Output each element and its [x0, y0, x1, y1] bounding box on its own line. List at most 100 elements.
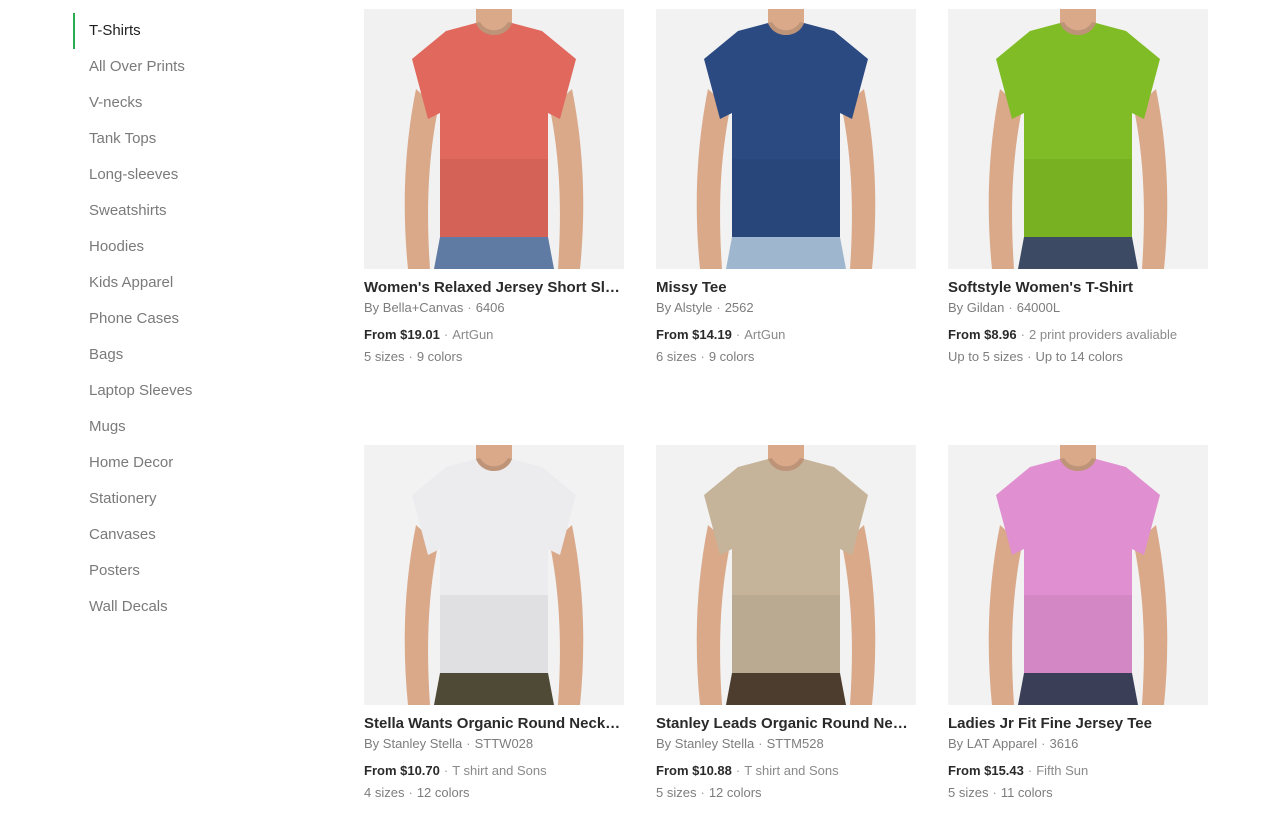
product-colors: Up to 14 colors	[1035, 349, 1123, 364]
product-card[interactable]: Women's Relaxed Jersey Short Sleeve Tee …	[364, 9, 624, 365]
sidebar-item-posters[interactable]: Posters	[73, 553, 293, 589]
product-card[interactable]: Softstyle Women's T-Shirt By Gildan · 6400…	[948, 9, 1208, 365]
product-price-line: From $15.43 · Fifth Sun	[948, 763, 1208, 779]
product-brand: By Bella+Canvas	[364, 300, 464, 315]
product-brand-line: By Stanley Stella · STTW028	[364, 736, 624, 752]
separator-dot: ·	[467, 300, 472, 315]
product-provider: ArtGun	[744, 327, 786, 342]
product-brand-line: By Gildan · 64000L	[948, 300, 1208, 316]
tshirt-photo	[948, 9, 1208, 269]
sidebar-item-v-necks[interactable]: V-necks	[73, 85, 293, 121]
sidebar-item-home-decor[interactable]: Home Decor	[73, 445, 293, 481]
product-title[interactable]: Ladies Jr Fit Fine Jersey Tee	[948, 715, 1208, 733]
product-image[interactable]	[948, 445, 1208, 705]
product-image[interactable]	[656, 9, 916, 269]
product-brand: By Gildan	[948, 300, 1005, 315]
sidebar-item-canvases[interactable]: Canvases	[73, 517, 293, 553]
sidebar-item-all-over-prints[interactable]: All Over Prints	[73, 49, 293, 85]
sidebar-item-t-shirts[interactable]: T-Shirts	[73, 13, 293, 49]
tshirt-photo	[948, 445, 1208, 705]
product-brand-line: By Stanley Stella · STTM528	[656, 736, 916, 752]
sidebar-item-bags[interactable]: Bags	[73, 337, 293, 373]
product-colors: 11 colors	[1000, 785, 1053, 800]
product-colors: 12 colors	[416, 785, 470, 800]
product-brand-line: By Alstyle · 2562	[656, 300, 916, 316]
product-sizes: Up to 5 sizes	[948, 349, 1024, 364]
product-title[interactable]: Stanley Leads Organic Round Neck T-Shirt	[656, 715, 916, 733]
separator-dot: ·	[443, 763, 449, 778]
product-image[interactable]	[364, 445, 624, 705]
separator-dot: ·	[466, 736, 471, 751]
product-image[interactable]	[656, 445, 916, 705]
product-card[interactable]: Missy Tee By Alstyle · 2562 From $14.19 · Ar…	[656, 9, 916, 365]
product-price: From $14.19	[656, 327, 732, 342]
sidebar-item-laptop-sleeves[interactable]: Laptop Sleeves	[73, 373, 293, 409]
product-provider: Fifth Sun	[1036, 763, 1089, 778]
product-card[interactable]: Stella Wants Organic Round Neck T-Shirt …	[364, 445, 624, 801]
product-price: From $15.43	[948, 763, 1024, 778]
product-brand: By LAT Apparel	[948, 736, 1038, 751]
separator-dot: ·	[700, 785, 705, 800]
product-model: 6406	[475, 300, 505, 315]
product-sizes: 5 sizes	[364, 349, 405, 364]
product-variants: Up to 5 sizes · Up to 14 colors	[948, 349, 1208, 365]
product-image[interactable]	[364, 9, 624, 269]
separator-dot: ·	[1020, 327, 1025, 342]
product-model: STTW028	[474, 736, 534, 751]
separator-dot: ·	[1008, 300, 1013, 315]
sidebar-item-wall-decals[interactable]: Wall Decals	[73, 589, 293, 625]
product-variants: 4 sizes · 12 colors	[364, 785, 624, 801]
product-card[interactable]: Ladies Jr Fit Fine Jersey Tee By LAT App…	[948, 445, 1208, 801]
product-sizes: 5 sizes	[656, 785, 697, 800]
product-variants: 5 sizes · 9 colors	[364, 349, 624, 365]
product-brand: By Alstyle	[656, 300, 713, 315]
product-price: From $10.70	[364, 763, 440, 778]
tshirt-photo	[364, 9, 624, 269]
product-model: STTM528	[766, 736, 824, 751]
product-variants: 5 sizes · 12 colors	[656, 785, 916, 801]
separator-dot: ·	[700, 349, 705, 364]
product-brand-line: By LAT Apparel · 3616	[948, 736, 1208, 752]
product-brand: By Stanley Stella	[364, 736, 463, 751]
separator-dot: ·	[1027, 763, 1033, 778]
category-sidebar: T-Shirts All Over Prints V-necks Tank To…	[73, 13, 293, 625]
product-title[interactable]: Stella Wants Organic Round Neck T-Shirt	[364, 715, 624, 733]
sidebar-item-long-sleeves[interactable]: Long-sleeves	[73, 157, 293, 193]
separator-dot: ·	[408, 349, 413, 364]
product-price: From $19.01	[364, 327, 440, 342]
product-brand-line: By Bella+Canvas · 6406	[364, 300, 624, 316]
sidebar-item-phone-cases[interactable]: Phone Cases	[73, 301, 293, 337]
sidebar-item-tank-tops[interactable]: Tank Tops	[73, 121, 293, 157]
sidebar-item-mugs[interactable]: Mugs	[73, 409, 293, 445]
sidebar-item-kids-apparel[interactable]: Kids Apparel	[73, 265, 293, 301]
sidebar-item-sweatshirts[interactable]: Sweatshirts	[73, 193, 293, 229]
separator-dot: ·	[716, 300, 721, 315]
product-title[interactable]: Softstyle Women's T-Shirt	[948, 279, 1208, 297]
product-image[interactable]	[948, 9, 1208, 269]
product-colors: 9 colors	[416, 349, 463, 364]
product-title[interactable]: Missy Tee	[656, 279, 916, 297]
separator-dot: ·	[1027, 349, 1032, 364]
product-sizes: 5 sizes	[948, 785, 989, 800]
product-sizes: 6 sizes	[656, 349, 697, 364]
product-variants: 5 sizes · 11 colors	[948, 785, 1208, 801]
product-price: From $10.88	[656, 763, 732, 778]
product-title[interactable]: Women's Relaxed Jersey Short Sleeve Tee	[364, 279, 624, 297]
product-sizes: 4 sizes	[364, 785, 405, 800]
separator-dot: ·	[443, 327, 449, 342]
tshirt-photo	[656, 9, 916, 269]
product-price-line: From $19.01 · ArtGun	[364, 327, 624, 343]
product-colors: 12 colors	[708, 785, 762, 800]
product-price-line: From $10.70 · T shirt and Sons	[364, 763, 624, 779]
tshirt-photo	[656, 445, 916, 705]
separator-dot: ·	[1041, 736, 1046, 751]
product-card[interactable]: Stanley Leads Organic Round Neck T-Shirt…	[656, 445, 916, 801]
product-model: 2562	[724, 300, 754, 315]
product-model: 64000L	[1016, 300, 1061, 315]
sidebar-item-stationery[interactable]: Stationery	[73, 481, 293, 517]
sidebar-item-hoodies[interactable]: Hoodies	[73, 229, 293, 265]
tshirt-photo	[364, 445, 624, 705]
product-provider: T shirt and Sons	[744, 763, 839, 778]
product-provider: 2 print providers avaliable	[1029, 327, 1178, 342]
separator-dot: ·	[992, 785, 997, 800]
